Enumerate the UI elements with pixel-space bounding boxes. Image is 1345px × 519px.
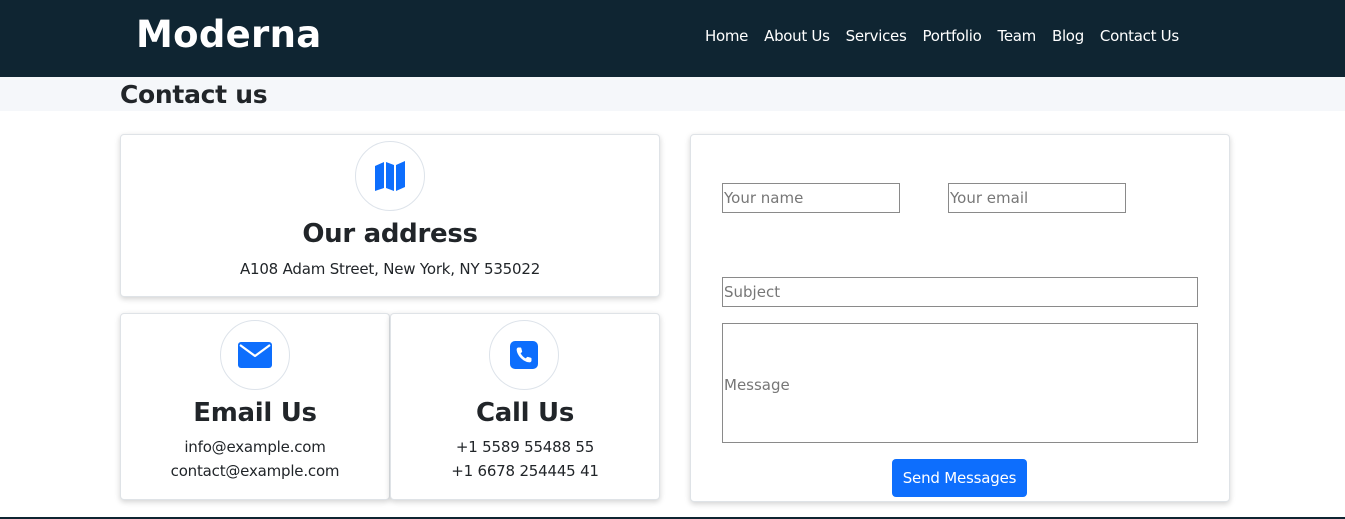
call-line-2: +1 6678 254445 41: [451, 462, 599, 480]
message-textarea[interactable]: [722, 323, 1198, 443]
call-title: Call Us: [476, 398, 574, 428]
nav-about-us[interactable]: About Us: [764, 25, 830, 47]
email-input[interactable]: [948, 183, 1126, 213]
address-icon-circle: [355, 141, 425, 211]
email-line-2: contact@example.com: [170, 462, 340, 480]
nav-contact-us[interactable]: Contact Us: [1100, 25, 1179, 47]
send-messages-button[interactable]: Send Messages: [892, 459, 1027, 497]
call-card: Call Us +1 5589 55488 55 +1 6678 254445 …: [390, 313, 660, 500]
nav-home[interactable]: Home: [705, 25, 748, 47]
nav-team[interactable]: Team: [998, 25, 1037, 47]
address-text: A108 Adam Street, New York, NY 535022: [239, 260, 541, 278]
page-title: Contact us: [120, 80, 268, 109]
brand-logo[interactable]: Moderna: [136, 10, 321, 60]
call-line-1: +1 5589 55488 55: [455, 438, 595, 456]
map-icon: [375, 161, 405, 191]
nav-portfolio[interactable]: Portfolio: [922, 25, 981, 47]
email-title: Email Us: [193, 398, 317, 428]
call-icon-circle: [489, 320, 559, 390]
envelope-icon: [238, 342, 272, 368]
address-card: Our address A108 Adam Street, New York, …: [120, 134, 660, 297]
email-line-1: info@example.com: [184, 438, 326, 456]
nav-services[interactable]: Services: [846, 25, 907, 47]
navbar: Moderna Home About Us Services Portfolio…: [0, 0, 1345, 77]
subject-input[interactable]: [722, 277, 1198, 307]
phone-icon: [510, 341, 538, 369]
nav-blog[interactable]: Blog: [1052, 25, 1084, 47]
email-icon-circle: [220, 320, 290, 390]
address-title: Our address: [302, 219, 478, 249]
name-input[interactable]: [722, 183, 900, 213]
email-card: Email Us info@example.com contact@exampl…: [120, 313, 390, 500]
main-nav: Home About Us Services Portfolio Team Bl…: [705, 25, 1179, 47]
